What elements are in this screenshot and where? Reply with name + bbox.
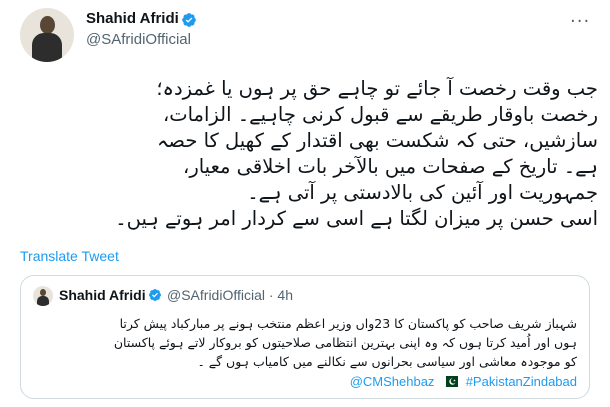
tweet-line: جمہوریت اور آئین کی بالادستی پر آتی ہے۔	[247, 181, 598, 204]
quoted-author-name: Shahid Afridi	[59, 287, 146, 303]
quoted-tweet-text: شہباز شریف صاحب کو پاکستان کا 23واں وزیر…	[31, 314, 577, 371]
quoted-line: کو موجودہ معاشی اور سیاسی بحرانوں سے نکا…	[197, 354, 577, 369]
quoted-handle-time: @SAfridiOfficial · 4h	[167, 287, 293, 303]
quoted-line: شہباز شریف صاحب کو پاکستان کا 23واں وزیر…	[119, 316, 577, 331]
tweet-line: ہے۔ تاریخ کے صفحات میں بالآخر بات اخلاقی…	[183, 155, 598, 178]
quoted-tags: @CMShehbaz #PakistanZindabad	[350, 374, 577, 389]
pakistan-flag-icon	[442, 376, 459, 387]
tweet-text: جب وقت رخصت آ جائے تو چاہے حق پر ہوں یا …	[20, 76, 598, 232]
hashtag-link[interactable]: #PakistanZindabad	[466, 374, 577, 389]
quoted-author-avatar	[33, 286, 53, 306]
author-name[interactable]: Shahid Afridi	[86, 10, 179, 27]
avatar-body	[32, 33, 62, 62]
verified-badge-icon	[149, 289, 161, 301]
tweet-line: رخصت باوقار طریقے سے قبول کرنی چاہیے۔ ال…	[162, 103, 598, 126]
tweet-line: سازشیں، حتی کہ شکست بھی اقتدار کے کھیل ک…	[156, 129, 598, 152]
quoted-line: ہوں اور اُمید کرتا ہوں کہ وہ اپنی بہترین…	[113, 335, 577, 350]
verified-badge-icon	[182, 13, 196, 27]
quoted-tweet-card[interactable]: Shahid Afridi @SAfridiOfficial · 4h شہبا…	[20, 275, 590, 399]
author-avatar[interactable]	[20, 8, 74, 62]
tweet-line: اسی حسن پر میزان لگتا ہے اسی سے کردار ام…	[115, 207, 598, 230]
mention-link[interactable]: @CMShehbaz	[350, 374, 435, 389]
author-handle[interactable]: @SAfridiOfficial	[86, 31, 191, 48]
more-options-icon[interactable]: ···	[570, 11, 590, 32]
avatar-body	[37, 296, 49, 306]
tweet-line: جب وقت رخصت آ جائے تو چاہے حق پر ہوں یا …	[156, 77, 598, 100]
avatar-head	[40, 16, 55, 34]
avatar-head	[40, 289, 46, 296]
translate-tweet-link[interactable]: Translate Tweet	[20, 248, 119, 264]
